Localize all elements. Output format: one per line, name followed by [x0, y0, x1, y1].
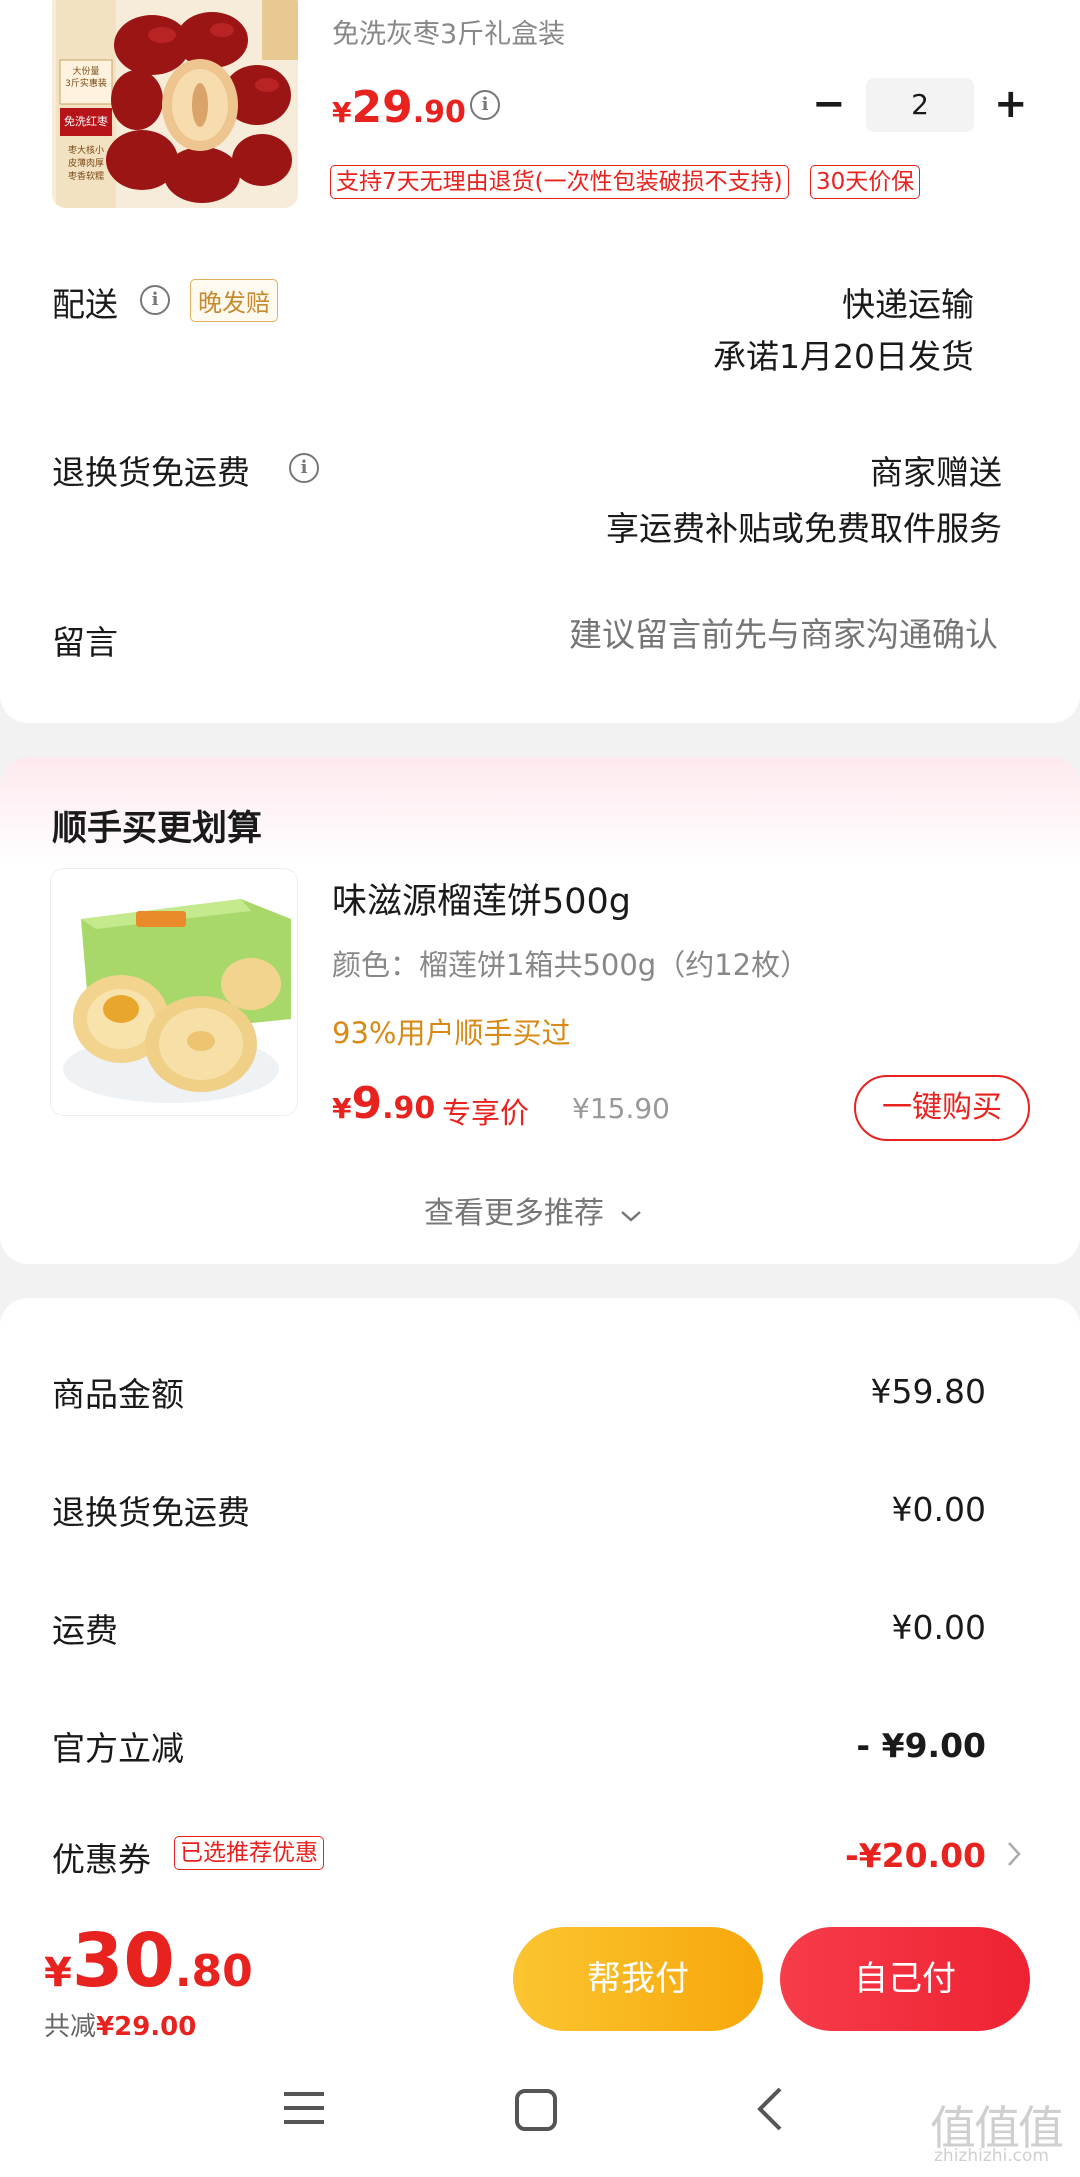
return-shipping-desc: 享运费补贴或免费取件服务 — [606, 509, 1002, 548]
total-symbol: ¥ — [44, 1950, 72, 1996]
coupon-selected-badge: 已选推荐优惠 — [174, 1836, 324, 1870]
one-click-buy-button[interactable]: 一键购买 — [854, 1075, 1030, 1141]
subtotal-label: 商品金额 — [52, 1375, 184, 1414]
product-image-badge: 大份量 3斤实惠装 — [65, 67, 107, 89]
back-nav-icon[interactable] — [756, 2086, 784, 2136]
see-more-recommendations[interactable]: 查看更多推荐 — [424, 1188, 642, 1232]
order-item-card: 大份量 3斤实惠装 免洗红枣 枣大核小 皮薄肉厚 枣香软糯 免洗灰枣3斤礼盒装 … — [0, 0, 1080, 723]
upsell-section-title: 顺手买更划算 — [52, 809, 263, 849]
total-saved: 共减¥29.00 — [44, 2006, 196, 2043]
product-price: ¥29.90 — [332, 82, 466, 133]
ask-friend-pay-button[interactable]: 帮我付 — [513, 1927, 763, 2031]
total-integer: 30 — [71, 1918, 175, 2004]
upsell-price-integer: 9 — [351, 1078, 383, 1129]
message-label: 留言 — [52, 623, 118, 662]
price-decimal: .90 — [412, 95, 466, 130]
delivery-info-icon[interactable]: i — [140, 285, 170, 315]
total-decimal: .80 — [174, 1946, 253, 1997]
product-image-notes: 枣大核小 皮薄肉厚 枣香软糯 — [67, 146, 104, 182]
quantity-input[interactable]: 2 — [866, 78, 974, 132]
official-discount-label: 官方立减 — [52, 1729, 184, 1768]
see-more-label: 查看更多推荐 — [424, 1196, 604, 1231]
return-shipping-label: 退换货免运费 — [52, 453, 250, 492]
shipping-fee-label: 运费 — [52, 1611, 118, 1650]
quantity-increase-button[interactable]: + — [994, 84, 1028, 124]
late-compensation-badge: 晚发赔 — [190, 279, 278, 322]
price-info-icon[interactable]: i — [470, 90, 500, 120]
saved-value: ¥29.00 — [96, 2012, 197, 2042]
delivery-method[interactable]: 快递运输 — [842, 278, 974, 326]
return-shipping-fee-label: 退换货免运费 — [52, 1493, 250, 1532]
coupon-value[interactable]: -¥20.00 — [845, 1836, 986, 1875]
menu-nav-icon[interactable] — [284, 2090, 324, 2130]
upsell-original-price: ¥15.90 — [572, 1092, 670, 1125]
chevron-down-icon — [620, 1196, 642, 1231]
product-image[interactable]: 大份量 3斤实惠装 免洗红枣 枣大核小 皮薄肉厚 枣香软糯 — [52, 0, 298, 208]
price-symbol: ¥ — [332, 96, 352, 129]
message-input[interactable] — [438, 606, 998, 662]
delivery-promise: 承诺1月20日发货 — [713, 337, 974, 376]
upsell-price-tag: 专享价 — [442, 1096, 530, 1130]
return-shipping-info-icon[interactable]: i — [289, 453, 319, 483]
return-shipping-fee-value: ¥0.00 — [891, 1490, 986, 1529]
product-image-banner: 免洗红枣 — [64, 115, 108, 128]
price-integer: 29 — [351, 82, 413, 133]
upsell-price-decimal: .90 — [382, 1091, 436, 1126]
price-protect-tag: 30天价保 — [810, 165, 921, 199]
upsell-item-variant: 颜色：榴莲饼1箱共500g（约12枚） — [332, 948, 810, 982]
product-subtitle: 免洗灰枣3斤礼盒装 — [332, 19, 566, 50]
total-price: ¥30.80 — [44, 1918, 253, 2004]
watermark-site: zhizhizhi.com — [934, 2146, 1049, 2166]
upsell-price: ¥9.90 — [332, 1078, 435, 1129]
pay-myself-button[interactable]: 自己付 — [780, 1927, 1030, 2031]
upsell-product-image[interactable] — [50, 868, 298, 1116]
upsell-item-title[interactable]: 味滋源榴莲饼500g — [332, 873, 631, 924]
chevron-right-icon[interactable] — [1006, 1840, 1022, 1872]
upsell-social-proof: 93%用户顺手买过 — [332, 1016, 571, 1050]
shipping-fee-value: ¥0.00 — [891, 1608, 986, 1647]
subtotal-value: ¥59.80 — [870, 1372, 986, 1411]
return-policy-tag: 支持7天无理由退货(一次性包装破损不支持) — [330, 165, 789, 199]
coupon-label: 优惠券 — [52, 1840, 151, 1879]
home-nav-icon[interactable] — [514, 2088, 558, 2136]
return-shipping-value: 商家赠送 — [870, 453, 1002, 492]
quantity-decrease-button[interactable]: − — [812, 84, 846, 124]
delivery-label: 配送 — [52, 285, 118, 324]
official-discount-value: - ¥9.00 — [856, 1726, 986, 1765]
saved-label: 共减 — [44, 2012, 97, 2042]
upsell-price-symbol: ¥ — [332, 1092, 352, 1125]
